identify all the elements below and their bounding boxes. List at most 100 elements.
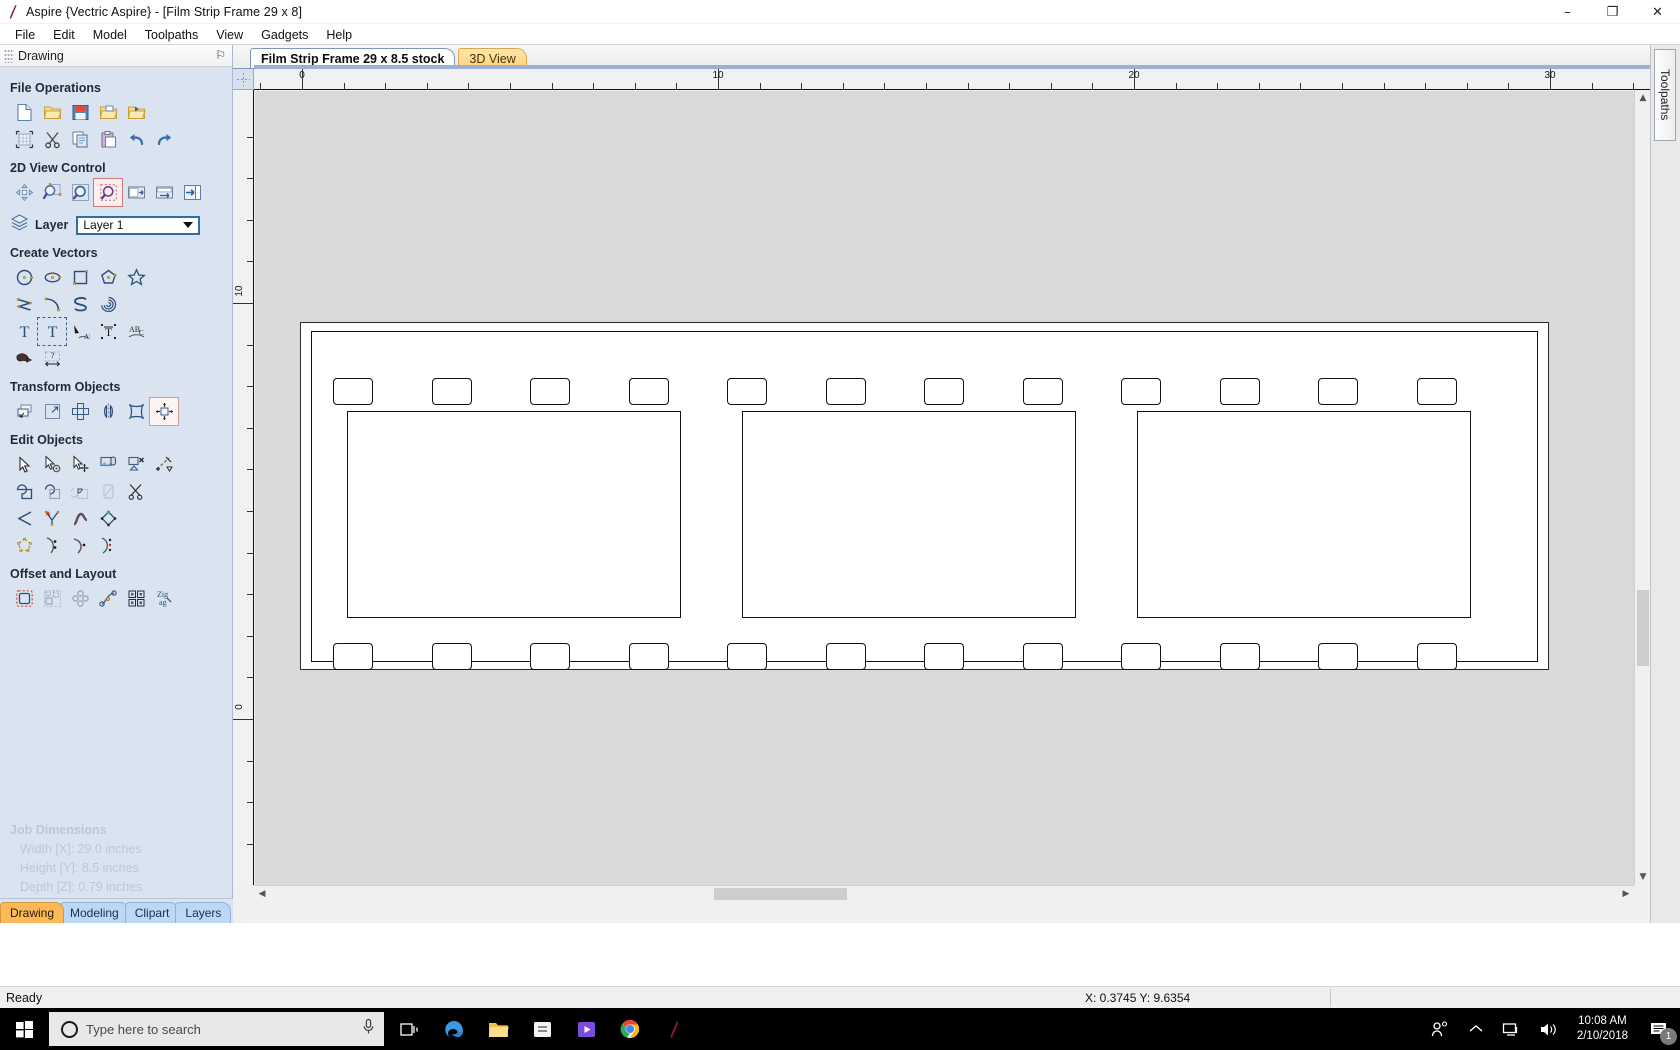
menu-help[interactable]: Help	[317, 25, 361, 45]
nesting-icon[interactable]	[38, 585, 66, 612]
minimize-button[interactable]: –	[1545, 0, 1590, 24]
scroll-left-arrow-icon[interactable]: ◀	[254, 886, 270, 902]
sprocket-hole[interactable]	[1416, 378, 1457, 405]
draw-star-icon[interactable]	[122, 264, 150, 291]
group-vectors-icon[interactable]	[94, 451, 122, 478]
auto-text-layout-icon[interactable]: T	[94, 318, 122, 345]
menu-view[interactable]: View	[207, 25, 252, 45]
draw-rectangle-icon[interactable]	[66, 264, 94, 291]
sprocket-hole[interactable]	[431, 378, 472, 405]
select-tool-icon[interactable]	[10, 451, 38, 478]
layer-select[interactable]: Layer 1	[76, 215, 201, 235]
insert-node-icon[interactable]	[38, 505, 66, 532]
file-explorer-icon[interactable]	[476, 1008, 520, 1050]
sprocket-hole[interactable]	[628, 643, 669, 670]
redo-icon[interactable]	[150, 126, 178, 153]
start-node-icon[interactable]	[38, 532, 66, 559]
clip-vectors-icon[interactable]	[94, 478, 122, 505]
network-icon[interactable]	[1493, 1021, 1530, 1038]
sprocket-hole[interactable]	[924, 643, 964, 670]
menu-gadgets[interactable]: Gadgets	[252, 25, 317, 45]
draw-polyline-icon[interactable]	[10, 291, 38, 318]
dimension-tool-icon[interactable]: ?	[38, 345, 66, 372]
new-file-icon[interactable]	[10, 99, 38, 126]
offset-vectors-icon[interactable]	[10, 585, 38, 612]
set-job-size-icon[interactable]	[10, 126, 38, 153]
sprocket-hole[interactable]	[1219, 378, 1260, 405]
sprocket-hole[interactable]	[1022, 378, 1063, 405]
smooth-curve-icon[interactable]	[66, 505, 94, 532]
subtract-vectors-icon[interactable]	[38, 478, 66, 505]
microphone-icon[interactable]	[361, 1018, 376, 1040]
media-player-icon[interactable]	[564, 1008, 608, 1050]
edge-browser-icon[interactable]	[432, 1008, 476, 1050]
rotate-objects-icon[interactable]	[66, 398, 94, 425]
sprocket-hole[interactable]	[1318, 643, 1358, 670]
trim-vectors-icon[interactable]	[122, 478, 150, 505]
scroll-down-arrow-icon[interactable]: ▼	[1635, 869, 1651, 885]
sprocket-hole[interactable]	[825, 643, 866, 670]
ungroup-vectors-icon[interactable]	[122, 451, 150, 478]
save-file-icon[interactable]	[66, 99, 94, 126]
menu-edit[interactable]: Edit	[44, 25, 84, 45]
ruler-horizontal[interactable]: 0 10 20 30	[254, 69, 1650, 90]
sprocket-hole[interactable]	[1416, 643, 1457, 670]
volume-icon[interactable]	[1530, 1021, 1567, 1038]
tab-toolpaths[interactable]: Toolpaths	[1654, 49, 1676, 141]
create-text-icon[interactable]: T	[10, 318, 38, 345]
intersect-vectors-icon[interactable]	[66, 478, 94, 505]
design-canvas[interactable]	[255, 91, 1634, 885]
sprocket-hole[interactable]	[628, 378, 669, 405]
sprocket-hole[interactable]	[333, 378, 373, 405]
toggle-bitmap-icon[interactable]	[122, 179, 150, 206]
sprocket-hole[interactable]	[431, 643, 472, 670]
array-copy-icon[interactable]	[66, 585, 94, 612]
zoom-window-icon[interactable]	[38, 179, 66, 206]
aspire-app-icon[interactable]	[652, 1008, 696, 1050]
text-on-curve-icon[interactable]: AB	[66, 318, 94, 345]
show-hidden-icons-icon[interactable]	[1459, 1022, 1493, 1036]
arc-node-icon[interactable]	[66, 532, 94, 559]
people-icon[interactable]	[1421, 1020, 1459, 1038]
draw-arc-icon[interactable]	[38, 291, 66, 318]
sprocket-hole[interactable]	[727, 378, 767, 405]
zigzag-layout-icon[interactable]: Zig ag	[150, 585, 178, 612]
move-objects-icon[interactable]	[10, 398, 38, 425]
sprocket-hole[interactable]	[1022, 643, 1063, 670]
scroll-right-arrow-icon[interactable]: ▶	[1618, 886, 1634, 902]
film-frame[interactable]	[742, 411, 1076, 618]
canvas-scrollbar-vertical[interactable]: ▲ ▼	[1634, 90, 1651, 885]
sprocket-hole[interactable]	[1318, 378, 1358, 405]
draw-spiral-icon[interactable]	[94, 291, 122, 318]
zoom-selected-icon[interactable]	[93, 178, 123, 207]
panel-grip-icon[interactable]	[4, 48, 14, 63]
toggle-toolpath-preview-icon[interactable]	[150, 179, 178, 206]
canvas-scrollbar-horizontal[interactable]: ◀ ▶	[254, 885, 1634, 902]
film-frame[interactable]	[1137, 411, 1471, 618]
move-node-icon[interactable]	[66, 451, 94, 478]
scale-objects-icon[interactable]	[38, 398, 66, 425]
pan-view-icon[interactable]	[10, 179, 38, 206]
sprocket-hole[interactable]	[727, 643, 767, 670]
tab-modeling[interactable]: Modeling	[60, 902, 129, 923]
tab-layers[interactable]: Layers	[175, 902, 232, 923]
trace-bitmap-icon[interactable]	[10, 345, 38, 372]
sprocket-hole[interactable]	[333, 643, 373, 670]
film-frame[interactable]	[347, 411, 681, 618]
join-vectors-icon[interactable]	[150, 451, 178, 478]
scroll-thumb-horizontal[interactable]	[714, 888, 847, 900]
wrap-text-icon[interactable]: AB C	[122, 318, 150, 345]
copy-icon[interactable]	[66, 126, 94, 153]
menu-model[interactable]: Model	[84, 25, 136, 45]
align-objects-icon[interactable]	[149, 397, 179, 426]
maximize-button[interactable]: ❐	[1590, 0, 1635, 24]
chevron-down-icon[interactable]	[183, 222, 194, 228]
ruler-origin-corner[interactable]	[233, 69, 254, 90]
close-button[interactable]: ✕	[1635, 0, 1680, 24]
fillet-corner-icon[interactable]	[10, 505, 38, 532]
copy-along-curve-icon[interactable]	[94, 585, 122, 612]
ruler-vertical[interactable]: 10 0	[233, 90, 254, 885]
notifications-button[interactable]: 1	[1638, 1008, 1680, 1050]
mirror-objects-icon[interactable]	[94, 398, 122, 425]
sprocket-hole[interactable]	[530, 643, 570, 670]
